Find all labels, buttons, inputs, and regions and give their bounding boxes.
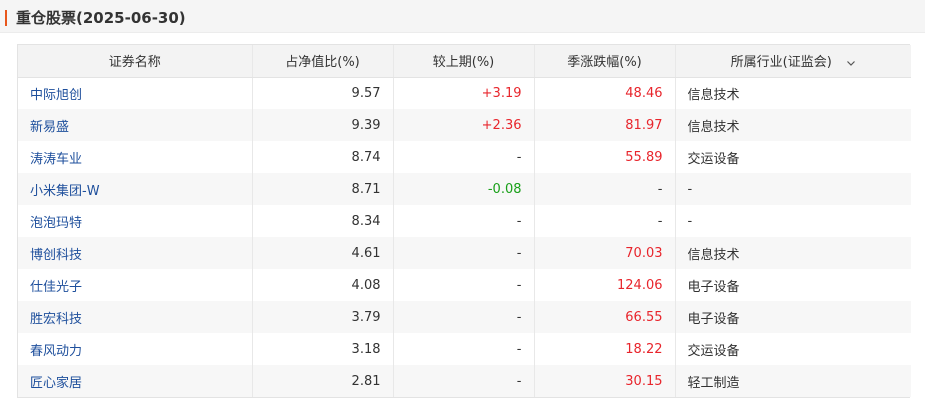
change-vs-previous-cell: -0.08 — [393, 173, 535, 205]
holdings-table: 证券名称 占净值比(%) 较上期(%) 季涨跌幅(%) 所属行业(证监会) 中际… — [18, 45, 911, 397]
table-row: 匠心家居 2.81 - 30.15 轻工制造 — [18, 365, 911, 397]
security-name-link[interactable]: 涛涛车业 — [18, 141, 253, 173]
quarterly-change-cell: 55.89 — [534, 141, 676, 173]
table-row: 泡泡玛特 8.34 - - - — [18, 205, 911, 237]
industry-cell: 电子设备 — [687, 279, 740, 295]
security-name-link[interactable]: 博创科技 — [18, 237, 253, 269]
security-name-link[interactable]: 胜宏科技 — [18, 301, 253, 333]
security-name-link[interactable]: 仕佳光子 — [18, 269, 253, 301]
net-value-ratio-cell: 9.57 — [252, 77, 394, 109]
industry-cell: 信息技术 — [687, 87, 740, 103]
industry-cell: 轻工制造 — [687, 375, 740, 391]
column-header-industry: 所属行业(证监会) — [730, 55, 832, 71]
table-row: 小米集团-W 8.71 -0.08 - - — [18, 173, 911, 205]
net-value-ratio-cell: 8.34 — [252, 205, 394, 237]
security-name-link[interactable]: 春风动力 — [18, 333, 253, 365]
net-value-ratio-cell: 8.71 — [252, 173, 394, 205]
industry-filter-dropdown[interactable]: 所属行业(证监会) — [675, 45, 911, 78]
industry-cell: 信息技术 — [687, 119, 740, 135]
table-row: 中际旭创 9.57 +3.19 48.46 信息技术 — [18, 77, 911, 109]
quarterly-change-cell: 48.46 — [534, 77, 676, 109]
industry-cell: 电子设备 — [687, 311, 740, 327]
column-header-quarterly-change: 季涨跌幅(%) — [534, 45, 676, 78]
section-header: 重仓股票(2025-06-30) — [0, 0, 925, 33]
quarterly-change-cell: 70.03 — [534, 237, 676, 269]
net-value-ratio-cell: 3.18 — [252, 333, 394, 365]
industry-cell: - — [687, 181, 693, 197]
table-header-row: 证券名称 占净值比(%) 较上期(%) 季涨跌幅(%) 所属行业(证监会) — [18, 45, 911, 78]
change-vs-previous-cell: - — [393, 365, 535, 397]
column-header-change-vs-previous: 较上期(%) — [393, 45, 535, 78]
change-vs-previous-cell: - — [393, 141, 535, 173]
quarterly-change-cell: 124.06 — [534, 269, 676, 301]
change-vs-previous-cell: - — [393, 333, 535, 365]
change-vs-previous-cell: - — [393, 237, 535, 269]
security-name-link[interactable]: 中际旭创 — [18, 77, 253, 109]
net-value-ratio-cell: 2.81 — [252, 365, 394, 397]
holdings-table-container: 证券名称 占净值比(%) 较上期(%) 季涨跌幅(%) 所属行业(证监会) 中际… — [17, 44, 911, 398]
industry-cell: 信息技术 — [687, 247, 740, 263]
security-name-link[interactable]: 泡泡玛特 — [18, 205, 253, 237]
chevron-down-icon — [846, 60, 855, 66]
change-vs-previous-cell: - — [393, 269, 535, 301]
net-value-ratio-cell: 4.61 — [252, 237, 394, 269]
quarterly-change-cell: 66.55 — [534, 301, 676, 333]
change-vs-previous-cell: +2.36 — [393, 109, 535, 141]
quarterly-change-cell: - — [534, 173, 676, 205]
net-value-ratio-cell: 9.39 — [252, 109, 394, 141]
industry-cell: 交运设备 — [687, 343, 740, 359]
security-name-link[interactable]: 新易盛 — [18, 109, 253, 141]
change-vs-previous-cell: +3.19 — [393, 77, 535, 109]
net-value-ratio-cell: 8.74 — [252, 141, 394, 173]
industry-cell: 交运设备 — [687, 151, 740, 167]
table-row: 涛涛车业 8.74 - 55.89 交运设备 — [18, 141, 911, 173]
column-header-name: 证券名称 — [18, 45, 253, 78]
column-header-net-value-ratio: 占净值比(%) — [252, 45, 394, 78]
net-value-ratio-cell: 3.79 — [252, 301, 394, 333]
quarterly-change-cell: - — [534, 205, 676, 237]
quarterly-change-cell: 18.22 — [534, 333, 676, 365]
quarterly-change-cell: 30.15 — [534, 365, 676, 397]
table-row: 仕佳光子 4.08 - 124.06 电子设备 — [18, 269, 911, 301]
change-vs-previous-cell: - — [393, 301, 535, 333]
table-row: 春风动力 3.18 - 18.22 交运设备 — [18, 333, 911, 365]
security-name-link[interactable]: 小米集团-W — [18, 173, 253, 205]
net-value-ratio-cell: 4.08 — [252, 269, 394, 301]
header-accent-bar — [5, 10, 7, 26]
quarterly-change-cell: 81.97 — [534, 109, 676, 141]
security-name-link[interactable]: 匠心家居 — [18, 365, 253, 397]
table-row: 新易盛 9.39 +2.36 81.97 信息技术 — [18, 109, 911, 141]
table-row: 博创科技 4.61 - 70.03 信息技术 — [18, 237, 911, 269]
industry-cell: - — [687, 213, 693, 229]
table-row: 胜宏科技 3.79 - 66.55 电子设备 — [18, 301, 911, 333]
section-title: 重仓股票(2025-06-30) — [16, 9, 186, 27]
change-vs-previous-cell: - — [393, 205, 535, 237]
